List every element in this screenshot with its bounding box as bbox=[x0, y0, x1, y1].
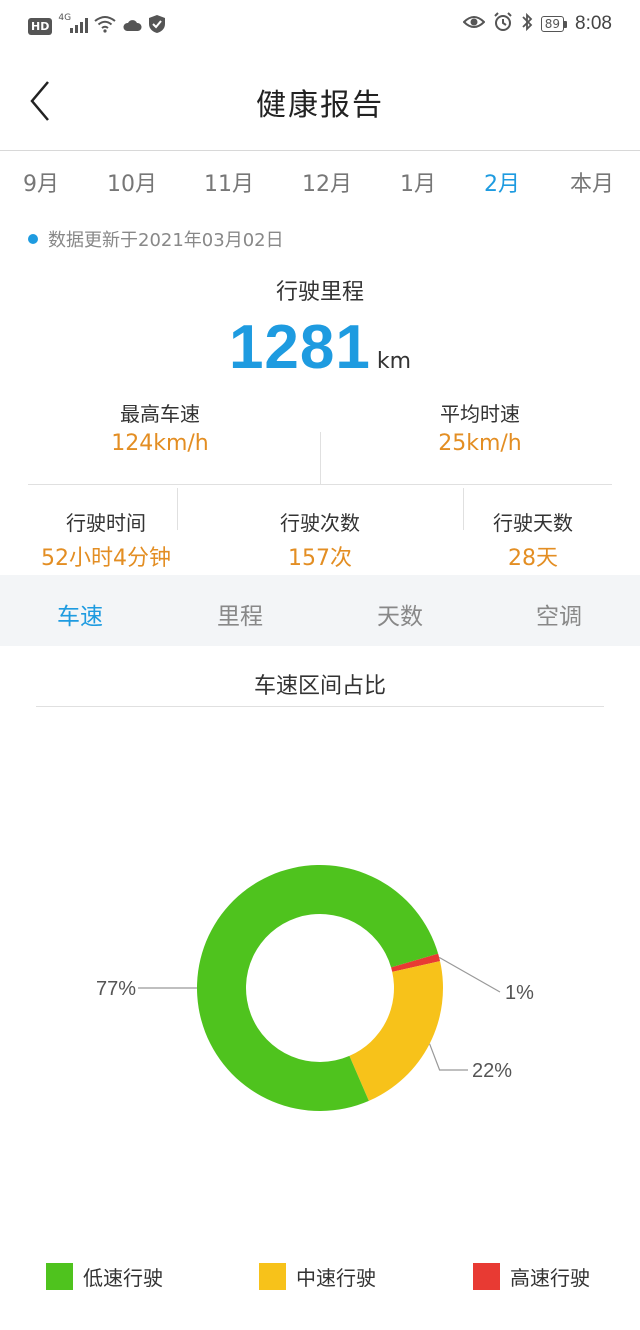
tab-ac[interactable]: 空调 bbox=[536, 597, 582, 631]
top-speed-label: 最高车速 bbox=[120, 402, 200, 426]
drive-days-label: 行驶天数 bbox=[493, 511, 573, 535]
legend-item-high: 高速行驶 bbox=[473, 1262, 590, 1291]
slice-mid bbox=[349, 961, 443, 1101]
month-tab-11[interactable]: 11月 bbox=[204, 166, 254, 198]
donut-chart: 77% 1% 22% bbox=[0, 710, 640, 1250]
stat-divider bbox=[320, 432, 321, 484]
legend-swatch-low bbox=[46, 1263, 73, 1290]
leader-line bbox=[438, 956, 501, 993]
legend-swatch-high bbox=[473, 1263, 500, 1290]
mileage-unit: km bbox=[376, 349, 412, 374]
chart-legend: 低速行驶 中速行驶 高速行驶 bbox=[0, 1262, 640, 1302]
avg-speed-value: 25km/h bbox=[438, 431, 522, 456]
donut-chart-svg: 77% 1% 22% bbox=[96, 865, 534, 1111]
tab-mileage[interactable]: 里程 bbox=[217, 597, 263, 631]
cloud-icon bbox=[122, 17, 142, 36]
slice-label: 77% bbox=[96, 978, 136, 1000]
status-time: 8:08 bbox=[575, 13, 612, 34]
network-type: 4G bbox=[58, 12, 72, 23]
tab-days[interactable]: 天数 bbox=[377, 597, 423, 631]
trip-count-value: 157次 bbox=[288, 546, 352, 571]
top-speed-value: 124km/h bbox=[111, 431, 209, 456]
month-tabs: 9月 10月 11月 12月 1月 2月 本月 bbox=[0, 166, 640, 210]
legend-label-mid: 中速行驶 bbox=[296, 1266, 376, 1290]
hd-badge: HD bbox=[28, 17, 53, 35]
legend-item-low: 低速行驶 bbox=[46, 1262, 163, 1291]
chart-title-divider bbox=[36, 706, 604, 707]
stat-divider bbox=[463, 488, 464, 530]
alarm-icon bbox=[493, 12, 513, 36]
eye-icon bbox=[462, 14, 486, 34]
month-tab-10[interactable]: 10月 bbox=[107, 166, 157, 198]
month-tab-2[interactable]: 2月 bbox=[484, 166, 520, 198]
drive-days-stat: 行驶天数 28天 bbox=[493, 507, 573, 572]
avg-speed-label: 平均时速 bbox=[440, 402, 520, 426]
mileage-label: 行驶里程 bbox=[275, 280, 364, 305]
update-dot-icon bbox=[28, 234, 38, 244]
battery-icon: 89 bbox=[540, 16, 568, 32]
slice-label: 1% bbox=[505, 982, 534, 1004]
legend-label-low: 低速行驶 bbox=[83, 1266, 163, 1290]
month-tab-9[interactable]: 9月 bbox=[23, 166, 59, 198]
mileage-row: 1281 km bbox=[0, 312, 640, 383]
legend-item-mid: 中速行驶 bbox=[259, 1262, 376, 1291]
shield-icon bbox=[148, 14, 166, 38]
leader-line bbox=[429, 1043, 468, 1071]
header: 健康报告 bbox=[0, 50, 640, 151]
status-left: HD 4G bbox=[28, 13, 166, 38]
trip-count-label: 行驶次数 bbox=[280, 511, 360, 535]
bluetooth-icon bbox=[521, 12, 533, 36]
mileage-value: 1281 bbox=[228, 313, 371, 382]
update-info: 数据更新于2021年03月02日 bbox=[28, 226, 284, 252]
top-speed-stat: 最高车速 124km/h bbox=[111, 398, 209, 456]
drive-days-value: 28天 bbox=[508, 546, 558, 571]
chart-tabs: 车速 里程 天数 空调 bbox=[0, 575, 640, 646]
stats-divider bbox=[28, 484, 612, 485]
update-text: 数据更新于2021年03月02日 bbox=[48, 230, 284, 251]
legend-label-high: 高速行驶 bbox=[510, 1266, 590, 1290]
drive-time-value: 52小时4分钟 bbox=[41, 546, 171, 571]
legend-swatch-mid bbox=[259, 1263, 286, 1290]
chart-title: 车速区间占比 bbox=[253, 674, 386, 699]
month-tab-1[interactable]: 1月 bbox=[400, 166, 436, 198]
slice-label: 22% bbox=[472, 1060, 512, 1082]
status-bar: HD 4G 89 8:08 bbox=[0, 0, 640, 50]
trip-count-stat: 行驶次数 157次 bbox=[280, 507, 360, 572]
avg-speed-stat: 平均时速 25km/h bbox=[438, 398, 522, 456]
page-title: 健康报告 bbox=[256, 88, 384, 123]
tab-speed[interactable]: 车速 bbox=[57, 597, 103, 631]
drive-time-stat: 行驶时间 52小时4分钟 bbox=[41, 507, 171, 572]
signal-icon: 4G bbox=[58, 13, 89, 36]
wifi-icon bbox=[94, 15, 116, 37]
month-tab-current[interactable]: 本月 bbox=[570, 166, 614, 198]
battery-level: 89 bbox=[540, 16, 565, 32]
month-tab-12[interactable]: 12月 bbox=[302, 166, 352, 198]
drive-time-label: 行驶时间 bbox=[66, 511, 146, 535]
status-right: 89 8:08 bbox=[462, 12, 612, 36]
stat-divider bbox=[177, 488, 178, 530]
